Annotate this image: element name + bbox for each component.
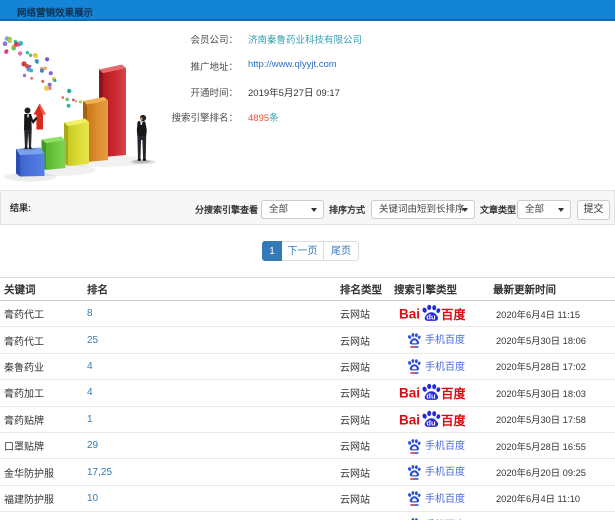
svg-text:du: du [426,313,436,322]
svg-text:Bai: Bai [399,412,420,427]
svg-text:百度: 百度 [441,413,465,428]
svg-text:Bai: Bai [399,307,420,322]
svg-text:du: du [426,392,436,401]
svg-text:Bai: Bai [399,386,420,401]
svg-text:百度: 百度 [441,386,465,401]
svg-text:百度: 百度 [441,307,465,322]
svg-text:du: du [426,418,436,427]
